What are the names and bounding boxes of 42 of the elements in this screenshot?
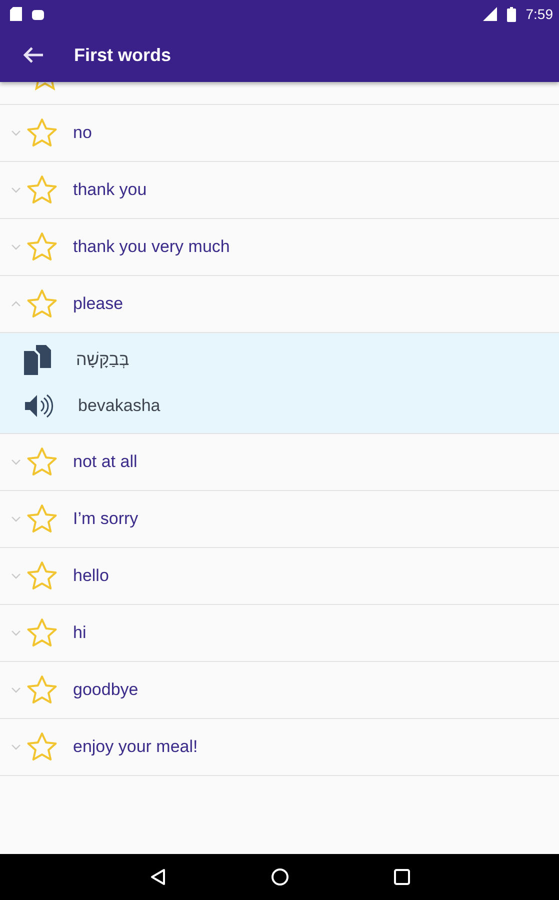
word-label: goodbye <box>73 680 138 700</box>
chevron-down-icon[interactable] <box>11 573 21 579</box>
home-icon[interactable] <box>270 868 288 886</box>
word-label: please <box>73 294 124 314</box>
overview-icon[interactable] <box>394 869 410 885</box>
word-label: I’m sorry <box>73 509 138 529</box>
speaker-icon[interactable] <box>24 393 54 419</box>
chevron-down-icon[interactable] <box>11 687 21 693</box>
transliteration-text: bevakasha <box>78 396 160 416</box>
word-row[interactable]: thank you <box>0 162 559 219</box>
back-arrow-icon[interactable] <box>22 46 44 64</box>
chevron-down-icon[interactable] <box>11 187 21 193</box>
word-row[interactable]: enjoy your meal! <box>0 719 559 776</box>
word-row[interactable]: no <box>0 105 559 162</box>
chevron-down-icon[interactable] <box>11 744 21 750</box>
word-row[interactable]: I’m sorry <box>0 491 559 548</box>
signal-icon <box>480 7 497 21</box>
chevron-down-icon[interactable] <box>11 244 21 250</box>
word-label: hello <box>73 566 109 586</box>
chevron-down-icon[interactable] <box>11 130 21 136</box>
back-icon[interactable] <box>150 868 166 886</box>
chevron-down-icon[interactable] <box>11 516 21 522</box>
battery-icon <box>506 6 516 22</box>
chevron-down-icon[interactable] <box>11 630 21 636</box>
chevron-up-icon[interactable] <box>11 301 21 307</box>
clock-time: 7:59 <box>526 6 553 22</box>
word-row[interactable]: hello <box>0 548 559 605</box>
word-label: enjoy your meal! <box>73 737 198 757</box>
word-label: thank you very much <box>73 237 230 257</box>
word-label: thank you <box>73 180 147 200</box>
copy-icon[interactable] <box>24 345 52 375</box>
word-label: not at all <box>73 452 138 472</box>
chevron-down-icon[interactable] <box>11 459 21 465</box>
hebrew-text: בְּבַקָּשָׁה <box>76 350 130 370</box>
sd-card-icon <box>10 7 22 21</box>
word-row[interactable]: thank you very much <box>0 219 559 276</box>
word-row[interactable]: goodbye <box>0 662 559 719</box>
word-label: no <box>73 123 92 143</box>
word-row[interactable]: not at all <box>0 434 559 491</box>
word-row[interactable]: hi <box>0 605 559 662</box>
screen-title: First words <box>74 44 172 66</box>
word-label: hi <box>73 623 86 643</box>
